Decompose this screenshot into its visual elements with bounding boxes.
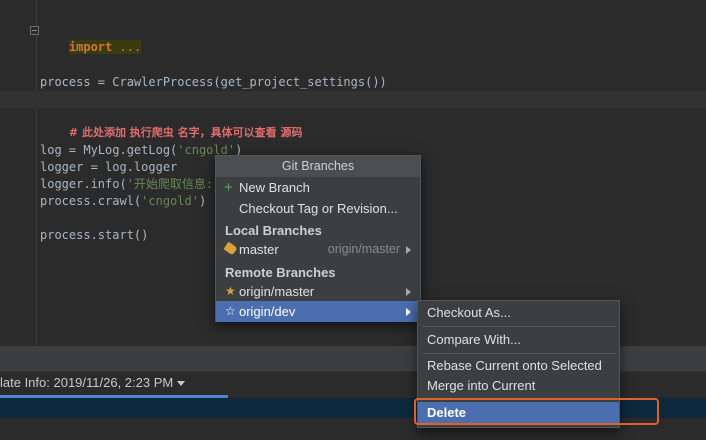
remote-branch-origin-master[interactable]: ★ origin/master [216, 281, 420, 302]
branch-actions-submenu: Checkout As... Compare With... Rebase Cu… [417, 300, 620, 428]
update-info-tab[interactable]: late Info: 2019/11/26, 2:23 PM [0, 375, 186, 390]
code-line-info[interactable]: logger.info('开始爬取信息: [40, 176, 213, 192]
current-line-highlight [0, 91, 706, 108]
code-line-log[interactable]: log = MyLog.getLog('cngold') [40, 142, 242, 158]
chevron-right-icon [406, 246, 411, 254]
chevron-right-icon [406, 308, 411, 316]
star-outline-icon: ☆ [225, 304, 236, 318]
folded-import[interactable]: import ... [68, 40, 142, 54]
git-branches-popup: Git Branches + New Branch Checkout Tag o… [215, 155, 421, 322]
checkout-as-item[interactable]: Checkout As... [418, 302, 619, 323]
fold-toggle-icon[interactable] [30, 26, 39, 35]
update-info-label: late Info: 2019/11/26, 2:23 PM [0, 375, 174, 390]
code-line-process[interactable]: process = CrawlerProcess(get_project_set… [40, 74, 387, 90]
local-branches-header: Local Branches [225, 223, 322, 238]
star-icon: ★ [225, 284, 236, 298]
chevron-right-icon [406, 288, 411, 296]
rebase-item[interactable]: Rebase Current onto Selected [418, 355, 619, 376]
popup-title: Git Branches [216, 156, 420, 177]
code-line-start[interactable]: process.start() [40, 227, 148, 243]
checkout-tag-item[interactable]: Checkout Tag or Revision... [216, 198, 420, 219]
remote-branch-origin-dev[interactable]: ☆ origin/dev [216, 301, 420, 322]
local-branch-master[interactable]: master origin/master [216, 239, 420, 260]
menu-separator [422, 326, 616, 327]
merge-item[interactable]: Merge into Current [418, 375, 619, 396]
code-line-import[interactable]: import ... [40, 23, 142, 71]
tab-separator [228, 372, 229, 398]
code-line-crawl[interactable]: process.crawl('cngold') [40, 193, 206, 209]
remote-branches-header: Remote Branches [225, 265, 336, 280]
menu-separator [422, 353, 616, 354]
tag-icon [223, 241, 238, 256]
tracking-branch-label: origin/master [327, 242, 400, 256]
code-line-logger[interactable]: logger = log.logger [40, 159, 177, 175]
chevron-down-icon[interactable] [177, 381, 186, 387]
gutter-divider [36, 0, 37, 345]
delete-item[interactable]: Delete [418, 402, 619, 423]
compare-with-item[interactable]: Compare With... [418, 329, 619, 350]
plus-icon: + [224, 179, 233, 196]
new-branch-item[interactable]: + New Branch [216, 177, 420, 198]
menu-separator [422, 398, 616, 399]
